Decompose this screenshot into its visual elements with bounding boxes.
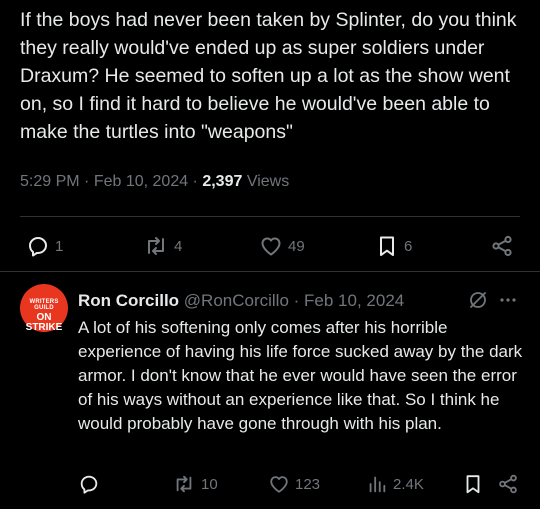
avatar-line2: ON STRIKE [25,312,63,333]
post-text: If the boys had never been taken by Spli… [20,9,517,143]
post-date[interactable]: Feb 10, 2024 [94,173,188,190]
reply-header: Ron Corcillo @RonCorcillo · Feb 10, 2024 [78,291,405,310]
comment-icon [80,475,98,494]
reply-repost-count: 10 [201,475,218,493]
reply-views-button[interactable]: 2.4K [366,473,424,495]
reply-comment-button[interactable] [78,473,100,495]
share-icon [492,235,512,257]
grok-icon [470,292,486,308]
reply-repost-button[interactable]: 10 [172,473,218,495]
view-label: Views [242,173,290,190]
repost-button[interactable]: 4 [143,234,182,258]
heart-icon [261,237,281,256]
more-options-button[interactable] [498,290,518,315]
like-button[interactable]: 49 [259,234,305,258]
post-time[interactable]: 5:29 PM [20,173,80,190]
bookmark-icon [380,236,394,256]
display-name[interactable]: Ron Corcillo [78,291,179,310]
repost-icon [148,237,164,255]
comment-icon [29,237,47,257]
share-button[interactable] [490,234,514,258]
heart-icon [270,476,288,493]
reply-count: 1 [55,237,64,255]
more-icon [500,298,516,302]
reply-like-button[interactable]: 123 [268,473,320,495]
repost-count: 4 [174,237,183,255]
bookmark-icon [466,475,480,494]
avatar-line1: WRITERS GUILD [29,299,59,311]
reply-bookmark-button[interactable] [462,473,484,495]
reply-like-count: 123 [295,475,321,493]
reply-view-count: 2.4K [393,475,424,493]
post-meta: 5:29 PM · Feb 10, 2024 · 2,397 Views [20,173,290,190]
divider-bottom [0,271,540,272]
divider-top [20,216,520,217]
view-count: 2,397 [202,173,243,190]
reply-share-button[interactable] [497,473,519,495]
bookmark-count: 6 [404,237,413,255]
avatar[interactable]: WRITERS GUILD ON STRIKE [20,284,68,333]
reply-date[interactable]: Feb 10, 2024 [304,291,404,310]
share-icon [499,474,517,494]
bookmark-button[interactable]: 6 [375,234,412,258]
like-count: 49 [288,237,305,255]
reply-text: A lot of his softening only comes after … [78,318,523,433]
bar-chart-icon [369,476,386,493]
repost-icon [176,475,192,493]
user-handle[interactable]: @RonCorcillo [184,291,289,310]
reply-button[interactable]: 1 [26,234,63,258]
grok-button[interactable] [468,290,488,315]
